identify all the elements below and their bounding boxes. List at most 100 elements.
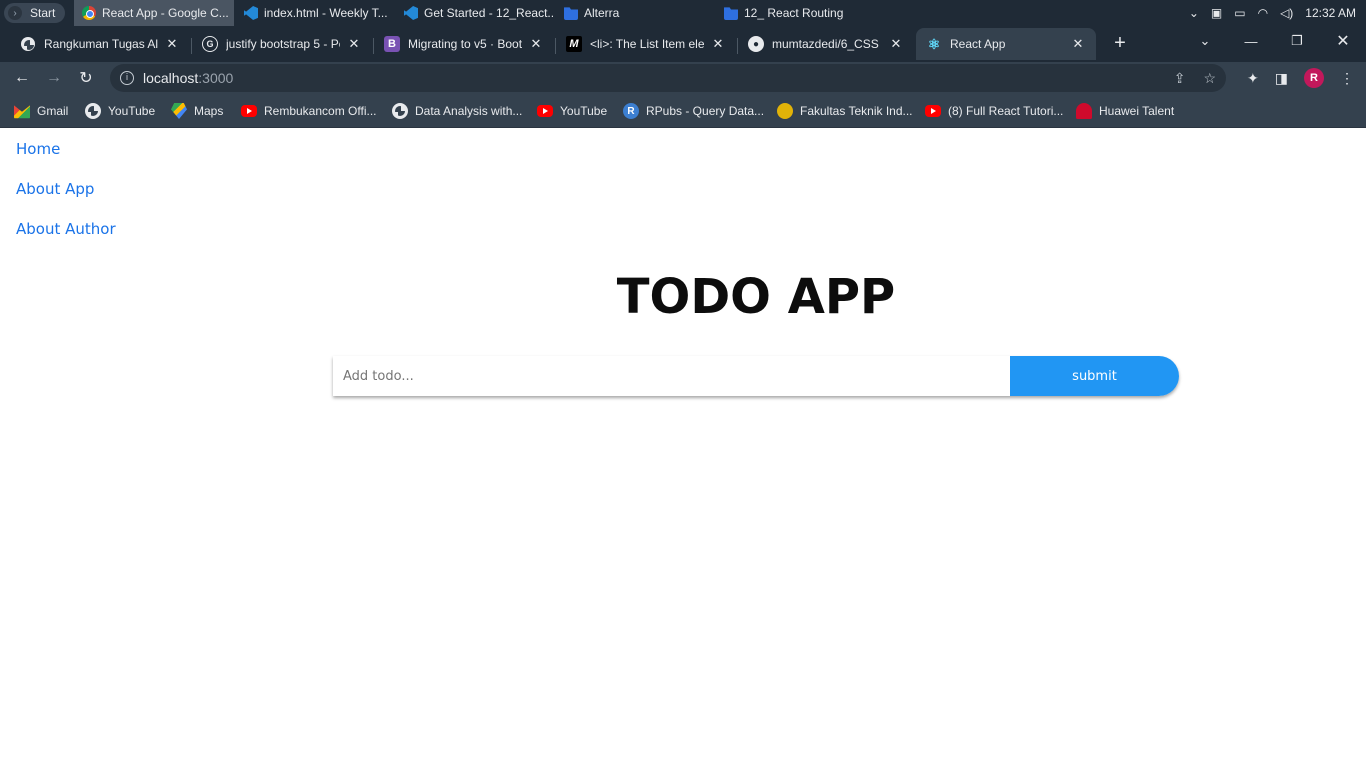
volume-icon[interactable]: ◁) bbox=[1280, 6, 1293, 20]
bookmark-label: (8) Full React Tutori... bbox=[948, 104, 1064, 118]
camera-icon[interactable]: ▣ bbox=[1211, 6, 1222, 20]
gmail-icon bbox=[14, 105, 30, 119]
tab-title: React App bbox=[950, 37, 1006, 51]
tab-github[interactable]: ● mumtazdedi/6_CSS ✕ bbox=[738, 28, 914, 60]
tab-react-app[interactable]: ⚛ React App ✕ bbox=[916, 28, 1096, 60]
bookmark-fakultas[interactable]: Fakultas Teknik Ind... bbox=[777, 101, 913, 121]
url-text[interactable]: localhost:3000 bbox=[143, 70, 233, 86]
folder-icon bbox=[564, 7, 578, 20]
taskbar-item-label: 12_ React Routing bbox=[744, 6, 844, 20]
mdn-icon: M bbox=[566, 36, 582, 52]
tab-migrating-v5[interactable]: B Migrating to v5 · Boot ✕ bbox=[374, 28, 554, 60]
bookmark-react-tutorial[interactable]: (8) Full React Tutori... bbox=[925, 101, 1063, 121]
profile-avatar[interactable]: R bbox=[1304, 68, 1324, 88]
todo-form: submit bbox=[333, 356, 1179, 396]
close-icon[interactable]: ✕ bbox=[528, 36, 544, 52]
bookmark-rpubs[interactable]: R RPubs - Query Data... bbox=[623, 101, 764, 121]
start-label: Start bbox=[30, 6, 56, 20]
system-tray: ⌄ ▣ ▭ ◠ ◁) 12:32 AM bbox=[1189, 0, 1356, 26]
site-info-icon[interactable]: i bbox=[120, 71, 134, 85]
battery-icon[interactable]: ▭ bbox=[1234, 6, 1245, 20]
menu-kebab-icon[interactable]: ⋮ bbox=[1340, 70, 1354, 87]
tab-search-button[interactable]: ⌄ bbox=[1182, 26, 1228, 56]
close-icon[interactable]: ✕ bbox=[710, 36, 726, 52]
close-window-button[interactable]: ✕ bbox=[1320, 26, 1366, 56]
todo-input[interactable] bbox=[333, 356, 1010, 396]
share-icon[interactable]: ⇪ bbox=[1174, 70, 1186, 87]
taskbar-item-vscode-index[interactable]: index.html - Weekly T... bbox=[236, 0, 394, 26]
extensions-icon[interactable]: ✦ bbox=[1247, 70, 1259, 87]
tab-title: Rangkuman Tugas Alt bbox=[44, 37, 158, 51]
tab-title: Migrating to v5 · Boot bbox=[408, 37, 522, 51]
browser-toolbar: ← → ↻ i localhost:3000 ⇪ ☆ ✦ ◨ R ⋮ bbox=[0, 62, 1366, 94]
bookmark-label: YouTube bbox=[560, 104, 608, 118]
close-icon[interactable]: ✕ bbox=[346, 36, 362, 52]
tab-title: <li>: The List Item ele bbox=[590, 37, 704, 51]
taskbar-item-folder-routing[interactable]: 12_ React Routing bbox=[716, 0, 874, 26]
taskbar-item-label: Alterra bbox=[584, 6, 620, 20]
youtube-icon bbox=[537, 105, 553, 117]
bookmark-huawei[interactable]: Huawei Talent bbox=[1076, 101, 1174, 121]
globe-icon bbox=[20, 36, 36, 52]
bookmark-label: YouTube bbox=[108, 104, 156, 118]
tab-rangkuman[interactable]: Rangkuman Tugas Alt ✕ bbox=[10, 28, 190, 60]
nav-link-about-author[interactable]: About Author bbox=[16, 219, 116, 259]
nav-link-about-app[interactable]: About App bbox=[16, 179, 116, 219]
restore-button[interactable]: ❐ bbox=[1274, 26, 1320, 56]
bookmark-label: RPubs - Query Data... bbox=[646, 104, 765, 118]
bookmark-rembukancom[interactable]: Rembukancom Offi... bbox=[241, 101, 377, 121]
submit-button[interactable]: submit bbox=[1010, 356, 1179, 396]
taskbar-item-label: Get Started - 12_React... bbox=[424, 6, 554, 20]
taskbar-item-folder-alterra[interactable]: Alterra bbox=[556, 0, 714, 26]
tab-mdn-li[interactable]: M <li>: The List Item ele ✕ bbox=[556, 28, 736, 60]
new-tab-button[interactable]: + bbox=[1108, 29, 1132, 57]
minimize-button[interactable]: — bbox=[1228, 26, 1274, 56]
university-icon bbox=[777, 103, 793, 119]
start-button[interactable]: › Start bbox=[4, 3, 66, 23]
globe-icon bbox=[392, 103, 408, 119]
vscode-icon bbox=[244, 6, 258, 20]
youtube-icon bbox=[241, 105, 257, 117]
bookmark-maps[interactable]: Maps bbox=[171, 101, 223, 121]
tab-justify-bootstrap[interactable]: G justify bootstrap 5 - Pe ✕ bbox=[192, 28, 372, 60]
bookmark-youtube-globe[interactable]: YouTube bbox=[85, 101, 155, 121]
page-content: Home About App About Author TODO APP sub… bbox=[0, 129, 1366, 768]
back-button[interactable]: ← bbox=[10, 66, 34, 90]
google-icon: G bbox=[202, 36, 218, 52]
wifi-icon[interactable]: ◠ bbox=[1258, 6, 1268, 20]
bookmark-star-icon[interactable]: ☆ bbox=[1203, 70, 1216, 87]
close-icon[interactable]: ✕ bbox=[1070, 36, 1086, 52]
clock[interactable]: 12:32 AM bbox=[1305, 6, 1356, 20]
taskbar-item-vscode-getstarted[interactable]: Get Started - 12_React... bbox=[396, 0, 554, 26]
side-panel-icon[interactable]: ◨ bbox=[1275, 70, 1288, 87]
start-icon: › bbox=[8, 6, 22, 20]
nav-link-home[interactable]: Home bbox=[16, 139, 116, 179]
bookmark-label: Data Analysis with... bbox=[415, 104, 523, 118]
bootstrap-icon: B bbox=[384, 36, 400, 52]
taskbar: › Start React App - Google C... index.ht… bbox=[0, 0, 1366, 26]
close-icon[interactable]: ✕ bbox=[164, 36, 180, 52]
forward-button[interactable]: → bbox=[42, 66, 66, 90]
bookmark-youtube[interactable]: YouTube bbox=[537, 101, 607, 121]
reload-button[interactable]: ↻ bbox=[74, 66, 98, 90]
taskbar-item-chrome[interactable]: React App - Google C... bbox=[74, 0, 234, 26]
bookmark-gmail[interactable]: Gmail bbox=[14, 101, 68, 121]
close-icon[interactable]: ✕ bbox=[888, 36, 904, 52]
chevron-up-icon[interactable]: ⌄ bbox=[1189, 6, 1199, 20]
app-nav: Home About App About Author bbox=[16, 139, 116, 259]
bookmark-label: Maps bbox=[194, 104, 224, 118]
github-icon: ● bbox=[748, 36, 764, 52]
rpubs-icon: R bbox=[623, 103, 639, 119]
bookmark-data-analysis[interactable]: Data Analysis with... bbox=[392, 101, 522, 121]
react-icon: ⚛ bbox=[927, 35, 941, 52]
globe-icon bbox=[85, 103, 101, 119]
address-bar-actions: ⇪ ☆ bbox=[1174, 64, 1216, 92]
vscode-icon bbox=[404, 6, 418, 20]
page-title: TODO APP bbox=[616, 269, 896, 325]
huawei-icon bbox=[1076, 103, 1092, 119]
chrome-icon bbox=[82, 6, 96, 20]
address-bar[interactable]: i localhost:3000 ⇪ ☆ bbox=[110, 64, 1226, 92]
taskbar-item-label: index.html - Weekly T... bbox=[264, 6, 388, 20]
bookmark-label: Gmail bbox=[37, 104, 69, 118]
youtube-icon bbox=[925, 105, 941, 117]
